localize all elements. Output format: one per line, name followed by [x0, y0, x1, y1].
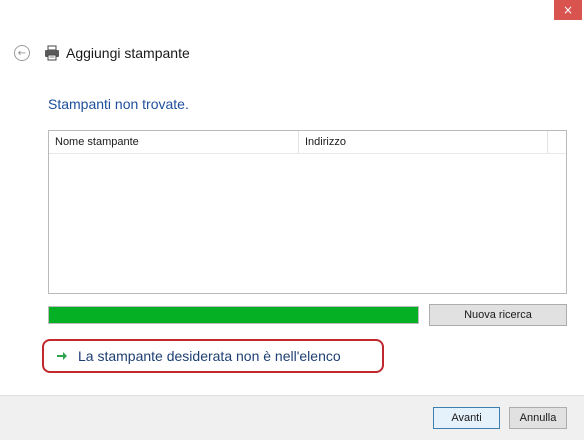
green-arrow-icon [57, 352, 67, 360]
cancel-button[interactable]: Annulla [509, 407, 567, 429]
column-header-address[interactable]: Indirizzo [299, 131, 548, 153]
printer-list[interactable]: Nome stampante Indirizzo [48, 130, 567, 294]
progress-fill [49, 307, 418, 323]
close-button[interactable]: × [554, 0, 582, 20]
column-header-name[interactable]: Nome stampante [49, 131, 299, 153]
printer-icon [44, 45, 60, 61]
window-title: Aggiungi stampante [66, 45, 190, 61]
header-row: ← Aggiungi stampante [14, 42, 190, 64]
next-button[interactable]: Avanti [433, 407, 500, 429]
footer-bar: Avanti Annulla [0, 395, 584, 440]
printer-not-listed-link[interactable]: La stampante desiderata non è nell'elenc… [42, 339, 384, 373]
page-heading: Stampanti non trovate. [48, 96, 189, 112]
back-button[interactable]: ← [14, 45, 30, 61]
search-progress-bar [48, 306, 419, 324]
close-icon: × [562, 3, 574, 17]
back-arrow-icon: ← [17, 47, 27, 59]
add-printer-window: × ← Aggiungi stampante Stampanti non tro… [0, 0, 584, 440]
list-header: Nome stampante Indirizzo [49, 131, 566, 154]
printer-not-listed-label: La stampante desiderata non è nell'elenc… [78, 348, 341, 364]
new-search-button[interactable]: Nuova ricerca [429, 304, 567, 326]
